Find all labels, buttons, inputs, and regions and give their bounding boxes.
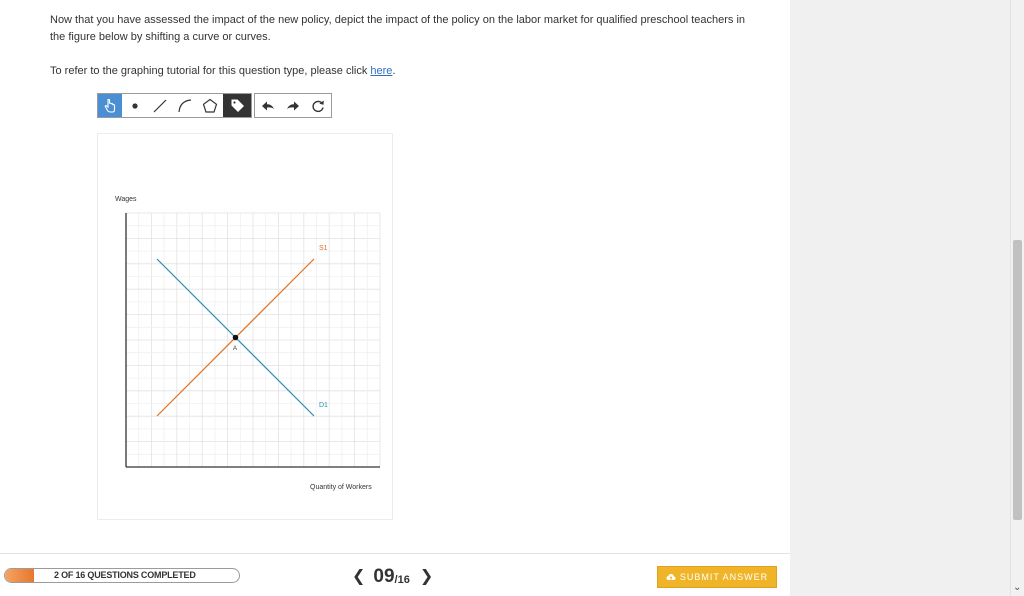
cloud-upload-icon [666,573,676,581]
x-axis-label: Quantity of Workers [310,484,372,491]
tutorial-prefix: To refer to the graphing tutorial for th… [50,65,371,77]
labor-market-graph[interactable]: Wages Quantity of Workers S1 D1 A [98,134,394,521]
equilibrium-label: A [233,346,237,352]
tutorial-suffix: . [392,65,396,77]
tutorial-text: To refer to the graphing tutorial for th… [50,63,396,80]
reset-icon [312,100,324,112]
pentagon-icon [202,98,218,113]
footer-bar: 2 OF 16 QUESTIONS COMPLETED ❮ 09 /16 ❯ S… [0,553,790,596]
progress-label: 2 OF 16 QUESTIONS COMPLETED [54,570,196,580]
polygon-tool-button[interactable] [197,94,223,117]
question-content: Now that you have assessed the impact of… [0,0,790,553]
current-question-number: 09 [373,566,395,587]
line-tool-button[interactable] [147,94,172,117]
reset-button[interactable] [305,94,331,117]
point-tool-button[interactable] [122,94,147,117]
submit-answer-button[interactable]: SUBMIT ANSWER [657,566,777,588]
vertical-scrollbar[interactable]: ⌄ [1010,0,1024,596]
progress-bar: 2 OF 16 QUESTIONS COMPLETED [4,568,240,583]
submit-label: SUBMIT ANSWER [679,572,769,582]
redo-arrow-icon [286,101,299,110]
question-text: Now that you have assessed the impact of… [50,14,746,43]
point-icon [131,102,138,109]
graph-grid [126,212,381,467]
pointer-tool-button[interactable] [98,94,122,117]
equilibrium-point[interactable] [232,334,239,341]
undo-arrow-icon [261,101,274,110]
undo-button[interactable] [255,94,280,117]
redo-button[interactable] [280,94,305,117]
question-navigation: ❮ 09 /16 ❯ [352,566,433,588]
graph-panel: Wages Quantity of Workers S1 D1 A [97,133,393,520]
line-icon [153,99,166,112]
total-questions: /16 [394,574,410,586]
demand-label: D1 [319,402,328,409]
y-axis-label: Wages [115,196,137,203]
curve-tool-button[interactable] [172,94,197,117]
previous-question-icon[interactable]: ❮ [352,569,365,585]
hand-pointer-icon [104,98,116,113]
supply-label: S1 [319,245,328,252]
scroll-down-icon[interactable]: ⌄ [1013,583,1021,593]
curve-icon [177,98,191,112]
next-question-icon[interactable]: ❯ [420,569,433,585]
tutorial-link[interactable]: here [370,65,392,77]
progress-fill [5,569,35,582]
history-tools-group [254,93,332,118]
scrollbar-thumb[interactable] [1013,240,1022,520]
tag-icon [231,99,244,112]
draw-tools-group [97,93,252,118]
right-side-panel [790,0,1010,596]
label-tool-button[interactable] [223,94,251,117]
